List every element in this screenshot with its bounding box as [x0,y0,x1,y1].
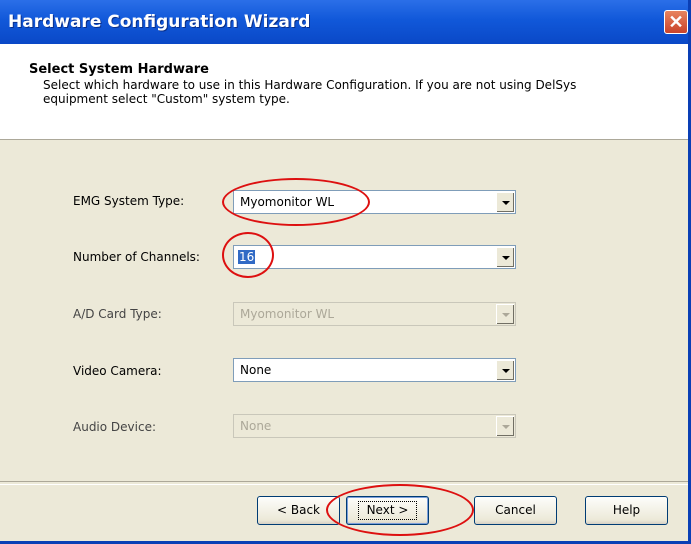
page-title: Select System Hardware [29,62,209,77]
number-of-channels-label: Number of Channels: [73,250,200,264]
audio-device-select: None [233,414,516,438]
emg-system-type-label: EMG System Type: [73,194,185,208]
title-bar[interactable]: Hardware Configuration Wizard ✕ [0,0,688,44]
wizard-header: Select System Hardware Select which hard… [0,44,688,140]
audio-device-value: None [240,419,272,433]
chevron-down-icon[interactable] [496,192,514,212]
page-description: Select which hardware to use in this Har… [43,78,577,106]
audio-device-label: Audio Device: [73,420,157,434]
chevron-down-icon [496,416,514,436]
number-of-channels-select[interactable]: 16 [233,245,516,269]
emg-system-type-select[interactable]: Myomonitor WL [233,190,516,214]
chevron-down-icon[interactable] [496,247,514,267]
ad-card-type-value: Myomonitor WL [240,307,335,321]
video-camera-select[interactable]: None [233,358,516,382]
video-camera-value: None [240,363,272,377]
window-title: Hardware Configuration Wizard [8,12,311,32]
ad-card-type-select: Myomonitor WL [233,302,516,326]
video-camera-label: Video Camera: [73,364,162,378]
close-icon[interactable]: ✕ [664,10,688,34]
back-button[interactable]: < Back [257,496,340,525]
help-button[interactable]: Help [585,496,668,525]
divider [0,481,688,485]
chevron-down-icon[interactable] [496,360,514,380]
wizard-window: Hardware Configuration Wizard ✕ Select S… [0,0,691,544]
next-button[interactable]: Next > [346,496,429,525]
emg-system-type-value: Myomonitor WL [240,195,335,209]
number-of-channels-value[interactable]: 16 [238,250,256,264]
cancel-button[interactable]: Cancel [474,496,557,525]
ad-card-type-label: A/D Card Type: [73,307,162,321]
next-button-label: Next > [357,501,418,520]
chevron-down-icon [496,304,514,324]
